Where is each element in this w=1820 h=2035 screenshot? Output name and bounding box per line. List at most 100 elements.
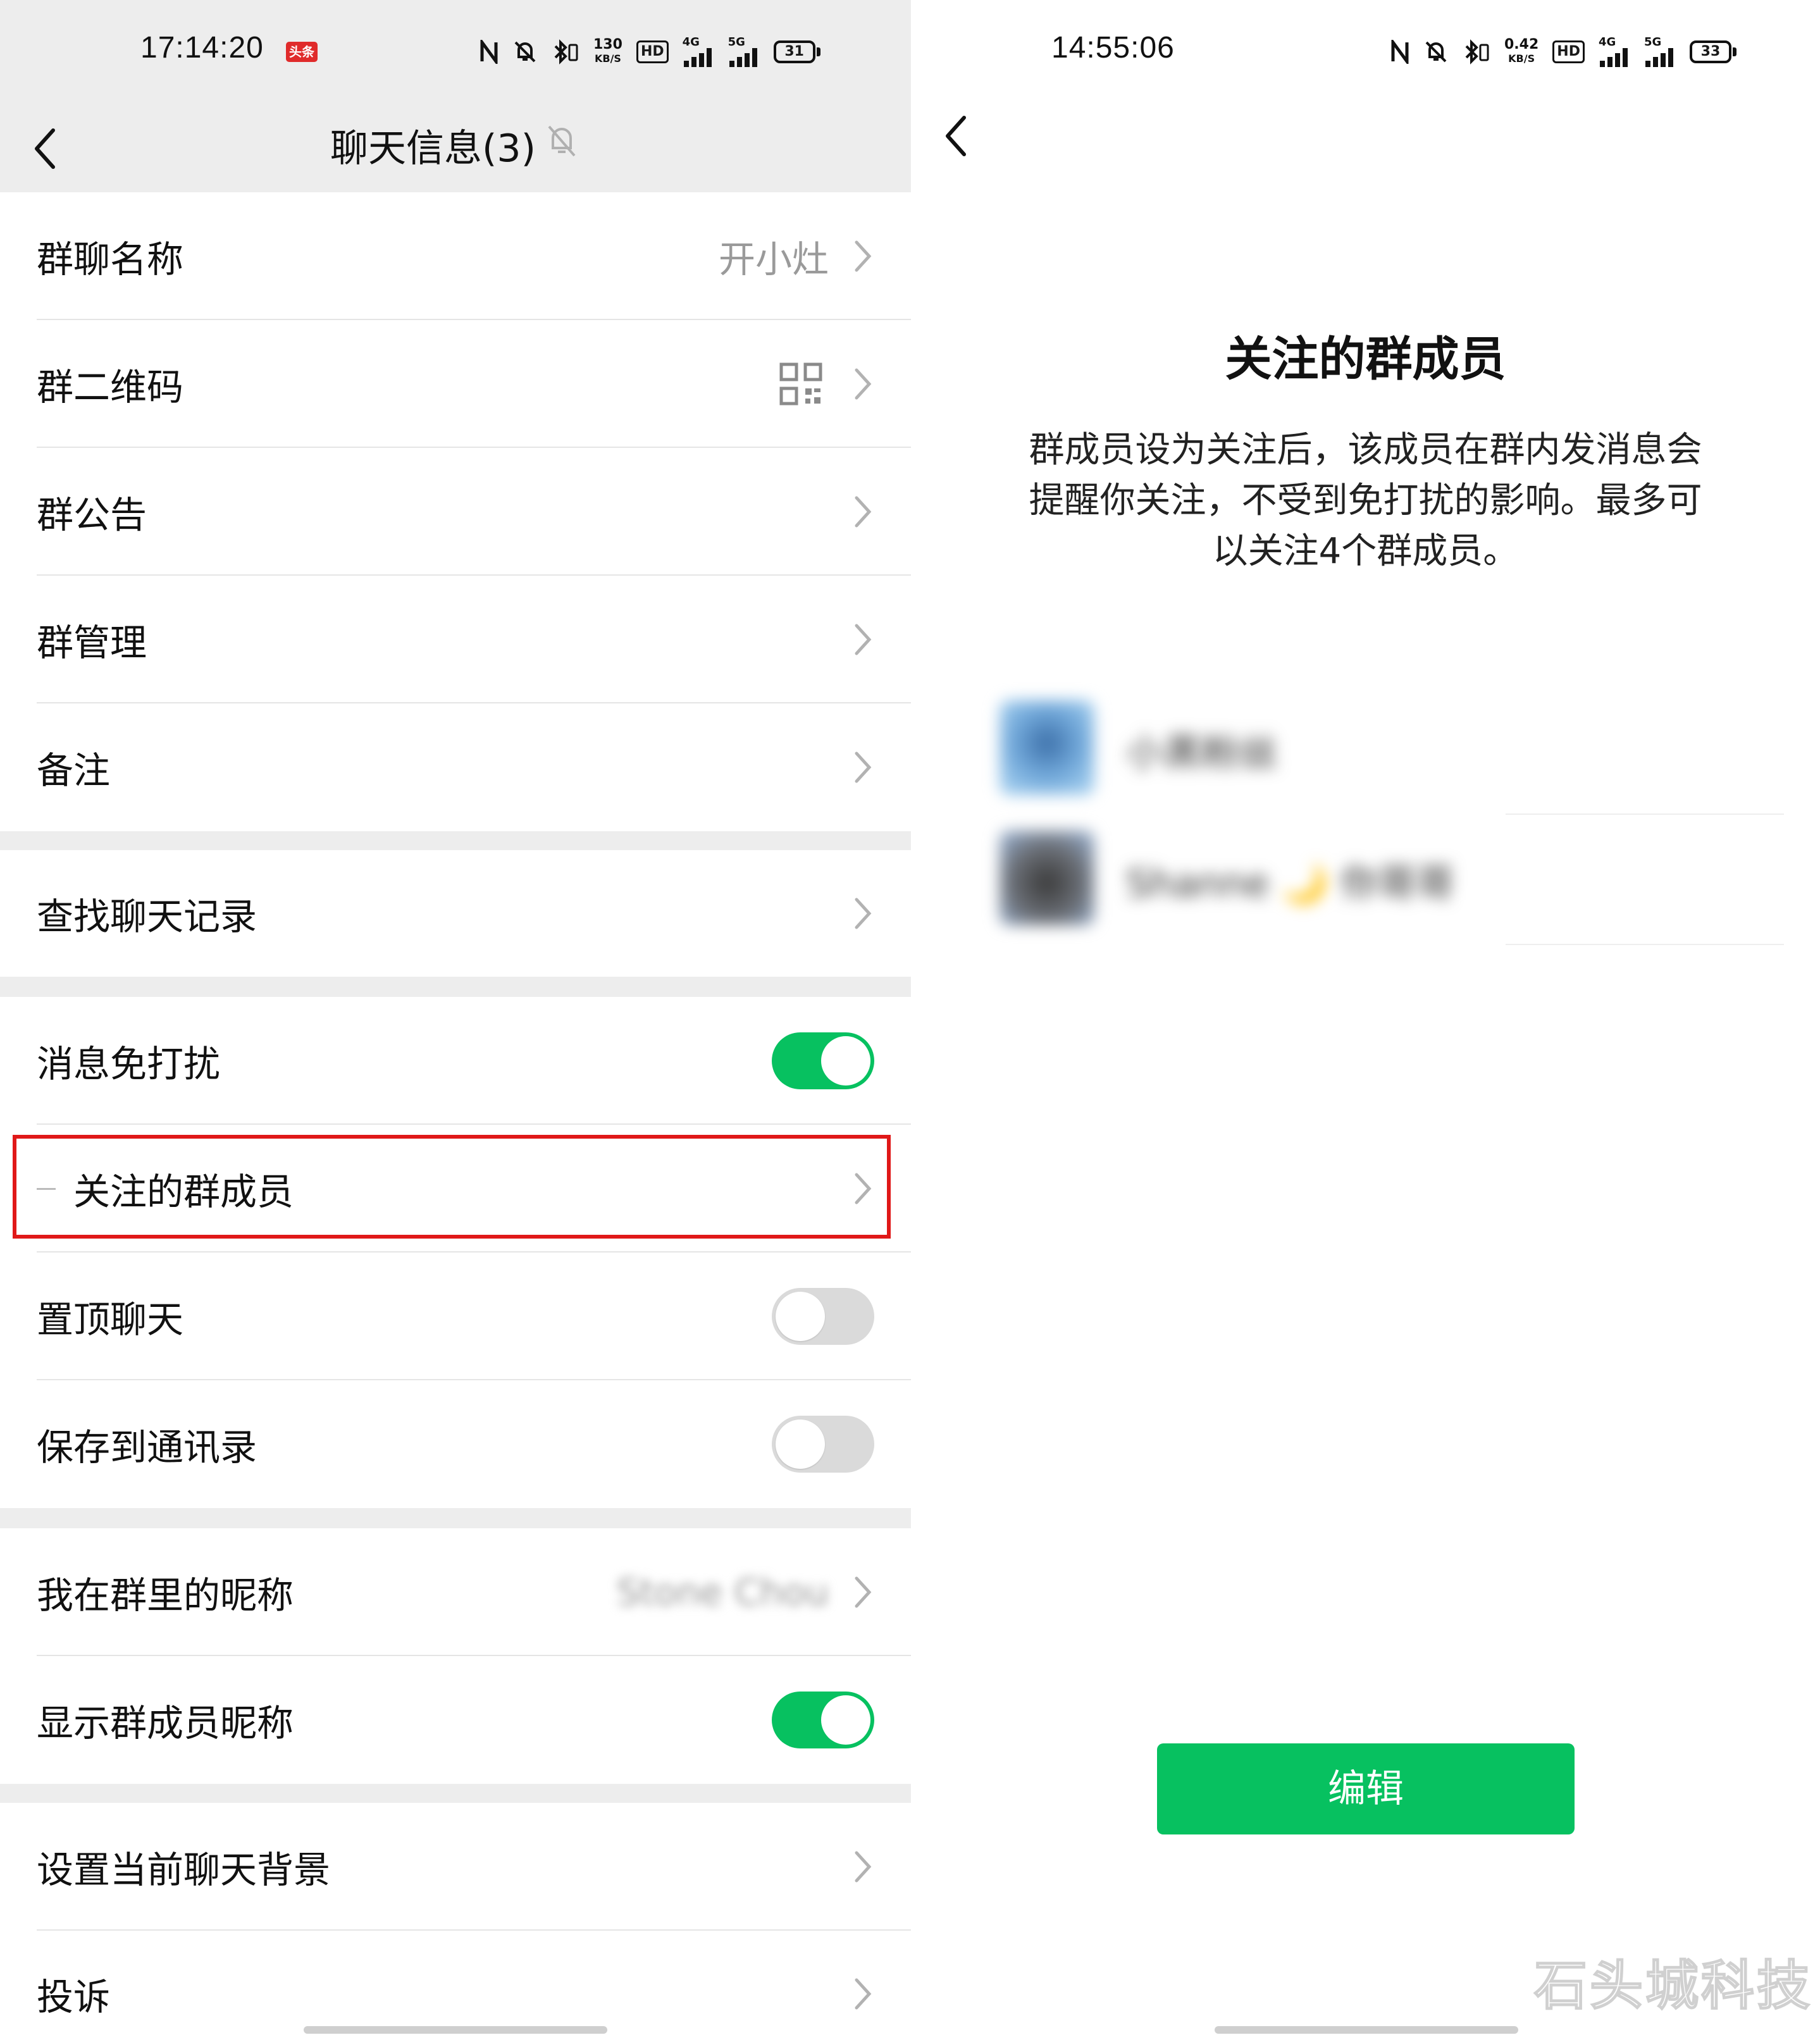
settings-group-nickname: 我在群里的昵称 Stone Chou 显示群成员昵称 [0, 1528, 911, 1784]
row-label: 显示群成员昵称 [37, 1702, 294, 1745]
description-line: 以关注4个群成员。 [1212, 531, 1519, 572]
row-mute-messages: 消息免打扰 [0, 997, 911, 1125]
mute-bell-icon [1423, 39, 1449, 65]
signal-5g-label: 5G [727, 35, 745, 49]
row-label: 群公告 [37, 493, 147, 536]
home-indicator [1215, 2026, 1518, 2034]
row-chat-background[interactable]: 设置当前聊天背景 [0, 1803, 911, 1931]
row-complain[interactable]: 投诉 [0, 1931, 911, 2035]
chevron-right-icon [855, 496, 872, 528]
settings-group-misc: 设置当前聊天背景 投诉 [0, 1803, 911, 2035]
highlight-box [13, 1135, 891, 1239]
signal-4g-label: 4G [1598, 35, 1616, 49]
row-group-notice[interactable]: 群公告 [0, 448, 911, 576]
network-speed-unit: KB/S [594, 53, 621, 65]
network-speed-unit: KB/S [1508, 53, 1535, 65]
signal-4g-icon: 4G [1599, 37, 1630, 67]
row-label: 我在群里的昵称 [37, 1574, 294, 1617]
status-icons: 130 KB/S HD 4G 5G 31 [480, 33, 820, 71]
back-button[interactable] [29, 127, 67, 171]
row-group-name[interactable]: 群聊名称 开小灶 [0, 192, 911, 320]
chevron-right-icon [855, 1576, 872, 1608]
avatar [1000, 700, 1094, 795]
description-line: 提醒你关注，不受到免打扰的影响。最多可 [1029, 480, 1702, 521]
row-label: 群聊名称 [37, 238, 184, 281]
my-nickname-value: Stone Chou [616, 1571, 829, 1614]
row-label: 设置当前聊天背景 [37, 1848, 331, 1891]
row-label: 置顶聊天 [37, 1298, 184, 1341]
network-speed: 130 KB/S [593, 38, 622, 66]
signal-5g-icon: 5G [728, 37, 760, 67]
row-my-nickname[interactable]: 我在群里的昵称 Stone Chou [0, 1528, 911, 1656]
signal-4g-label: 4G [682, 35, 700, 49]
row-label: 消息免打扰 [37, 1042, 221, 1086]
network-speed-value: 130 [593, 37, 622, 53]
mute-toggle[interactable] [772, 1032, 874, 1089]
status-bar: 14:55:06 0.42 KB/S HD 4G 5G 33 [911, 0, 1820, 105]
row-group-qrcode[interactable]: 群二维码 [0, 320, 911, 448]
chevron-right-icon [855, 240, 872, 272]
nfc-icon [1390, 40, 1409, 64]
row-pin-chat: 置顶聊天 [0, 1253, 911, 1380]
row-label: 查找聊天记录 [37, 895, 257, 938]
status-time: 14:55:06 [1051, 31, 1175, 65]
member-row[interactable]: Shanne 🌙 你哥哥 [1000, 815, 1784, 945]
hd-icon: HD [636, 40, 669, 63]
chevron-right-icon [855, 1851, 872, 1883]
group-name-value: 开小灶 [718, 238, 829, 281]
battery-icon: 33 [1689, 40, 1736, 63]
bluetooth-icon [1463, 39, 1490, 65]
back-arrow-icon [946, 116, 966, 156]
settings-group-search: 查找聊天记录 [0, 850, 911, 977]
status-time: 17:14:20 [140, 31, 264, 65]
nfc-icon [480, 40, 498, 64]
save-contacts-toggle[interactable] [772, 1416, 874, 1473]
page-title: 聊天信息(3) [330, 127, 536, 171]
qr-code-icon [779, 362, 822, 405]
back-arrow-icon [35, 128, 55, 169]
signal-5g-label: 5G [1644, 35, 1662, 49]
row-show-nicknames: 显示群成员昵称 [0, 1656, 911, 1784]
row-label: 备注 [37, 749, 111, 792]
row-label: 保存到通讯录 [37, 1426, 257, 1469]
description: 群成员设为关注后，该成员在群内发消息会 提醒你关注，不受到免打扰的影响。最多可 … [974, 425, 1757, 577]
edit-button[interactable]: 编辑 [1157, 1743, 1575, 1834]
followed-members-screen: 14:55:06 0.42 KB/S HD 4G 5G 33 关注的群成员 群成… [911, 0, 1820, 2035]
member-name: 小黑粉丝 [1126, 731, 1278, 776]
row-group-manage[interactable]: 群管理 [0, 576, 911, 703]
chevron-right-icon [855, 1978, 872, 2010]
show-nicknames-toggle[interactable] [772, 1692, 874, 1748]
chevron-right-icon [855, 752, 872, 783]
avatar [1000, 831, 1094, 925]
network-speed: 0.42 KB/S [1504, 38, 1538, 66]
member-row[interactable]: 小黑粉丝 [1000, 684, 1784, 815]
muted-bell-icon [545, 121, 578, 162]
toutiao-badge: 头条 [286, 42, 318, 62]
back-button[interactable] [940, 114, 978, 158]
battery-level: 31 [773, 40, 815, 63]
nav-bar: 聊天信息(3) [0, 105, 911, 192]
row-label: 投诉 [37, 1976, 111, 2019]
home-indicator [304, 2026, 607, 2034]
row-label: 群二维码 [37, 366, 184, 409]
page-heading: 关注的群成员 [1225, 332, 1506, 387]
network-speed-value: 0.42 [1504, 37, 1539, 53]
signal-5g-icon: 5G [1644, 37, 1676, 67]
status-bar: 17:14:20 头条 130 KB/S HD 4G 5G 31 [0, 0, 911, 105]
member-name: Shanne 🌙 你哥哥 [1126, 862, 1454, 906]
settings-group-notify: 消息免打扰 关注的群成员 置顶聊天 保存到通讯录 [0, 997, 911, 1508]
chevron-right-icon [855, 898, 872, 929]
watermark: 石头城科技 [1533, 1954, 1813, 2017]
row-remark[interactable]: 备注 [0, 703, 911, 831]
pin-toggle[interactable] [772, 1288, 874, 1345]
description-line: 群成员设为关注后，该成员在群内发消息会 [1029, 430, 1702, 471]
battery-level: 33 [1689, 40, 1731, 63]
status-icons: 0.42 KB/S HD 4G 5G 33 [1390, 33, 1736, 71]
row-search-history[interactable]: 查找聊天记录 [0, 850, 911, 977]
settings-group-basic: 群聊名称 开小灶 群二维码 群公告 群管理 备注 [0, 192, 911, 831]
hd-icon: HD [1552, 40, 1585, 63]
battery-icon: 31 [773, 40, 820, 63]
row-save-contacts: 保存到通讯录 [0, 1380, 911, 1508]
mute-bell-icon [512, 39, 538, 65]
chevron-right-icon [855, 624, 872, 655]
